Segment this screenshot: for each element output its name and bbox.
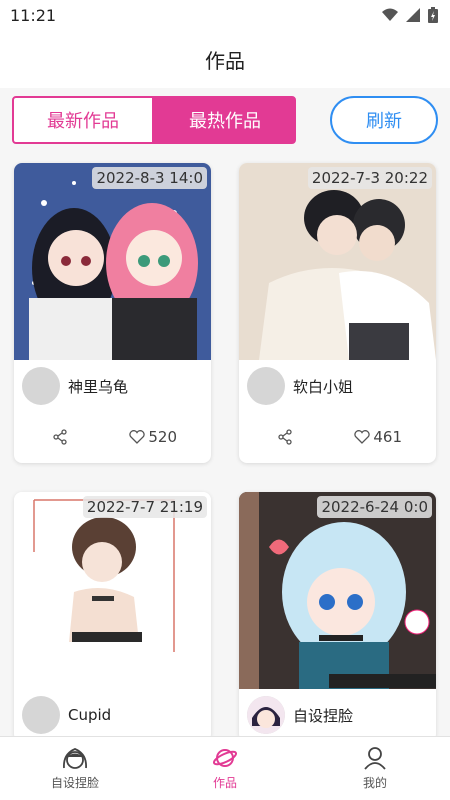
artwork-image	[239, 163, 436, 360]
work-card[interactable]: 2022-7-3 20:22 软白小姐 461	[239, 163, 436, 463]
work-card[interactable]: 2022-6-24 0:0 自设捏脸	[239, 492, 436, 742]
artwork-image	[14, 163, 211, 360]
refresh-button[interactable]: 刷新	[330, 96, 438, 144]
author-row[interactable]: 软白小姐	[239, 360, 436, 412]
battery-icon	[428, 7, 438, 23]
author-row[interactable]: Cupid	[14, 689, 211, 741]
nav-mine-label: 我的	[362, 776, 387, 790]
author-row[interactable]: 神里乌龟	[14, 360, 211, 412]
status-icons	[382, 7, 438, 23]
like-count: 461	[373, 428, 402, 446]
heart-icon	[354, 430, 371, 444]
work-card[interactable]: 2022-7-7 21:19 Cupid	[14, 492, 211, 742]
page-header: 作品	[0, 30, 450, 88]
work-card[interactable]: 2022-8-3 14:0 神里乌龟 520	[14, 163, 211, 463]
page-title: 作品	[205, 48, 245, 73]
nav-works-label: 作品	[212, 776, 237, 790]
share-icon[interactable]	[277, 429, 293, 445]
work-date: 2022-8-3 14:0	[92, 167, 207, 189]
nav-custom-face[interactable]: 自设捏脸	[0, 737, 150, 800]
works-tab-bar: 最新作品 最热作品 刷新	[0, 88, 450, 160]
work-thumbnail[interactable]: 2022-8-3 14:0	[14, 163, 211, 360]
status-time: 11:21	[10, 5, 57, 25]
author-row[interactable]: 自设捏脸	[239, 689, 436, 741]
work-thumbnail[interactable]: 2022-6-24 0:0	[239, 492, 436, 689]
avatar[interactable]	[247, 696, 285, 734]
author-name: Cupid	[68, 706, 112, 724]
nav-custom-face-label: 自设捏脸	[50, 776, 99, 790]
work-thumbnail[interactable]: 2022-7-3 20:22	[239, 163, 436, 360]
like-count: 520	[148, 428, 177, 446]
tab-latest-works[interactable]: 最新作品	[12, 96, 154, 144]
user-icon	[364, 747, 386, 770]
card-actions: 520	[14, 412, 211, 462]
tab-hot-works[interactable]: 最热作品	[154, 96, 296, 144]
like-button[interactable]: 520	[129, 428, 177, 446]
wifi-icon	[382, 8, 398, 21]
avatar[interactable]	[247, 367, 285, 405]
work-date: 2022-7-7 21:19	[82, 496, 207, 518]
artwork-image	[14, 492, 211, 689]
author-name: 神里乌龟	[68, 377, 129, 396]
like-button[interactable]: 461	[354, 428, 402, 446]
artwork-image	[239, 492, 436, 689]
avatar[interactable]	[22, 696, 60, 734]
work-date: 2022-7-3 20:22	[307, 167, 432, 189]
nav-works[interactable]: 作品	[150, 737, 300, 800]
share-icon[interactable]	[52, 429, 68, 445]
heart-icon	[129, 430, 146, 444]
nav-mine[interactable]: 我的	[300, 737, 450, 800]
author-name: 软白小姐	[293, 377, 354, 396]
bottom-navigation: 自设捏脸 作品 我的	[0, 736, 450, 800]
avatar[interactable]	[22, 367, 60, 405]
work-thumbnail[interactable]: 2022-7-7 21:19	[14, 492, 211, 689]
signal-icon	[406, 8, 420, 22]
work-date: 2022-6-24 0:0	[317, 496, 432, 518]
author-name: 自设捏脸	[293, 706, 354, 725]
card-actions: 461	[239, 412, 436, 462]
face-icon	[63, 748, 87, 769]
planet-icon	[212, 749, 238, 767]
status-bar: 11:21	[0, 0, 450, 30]
